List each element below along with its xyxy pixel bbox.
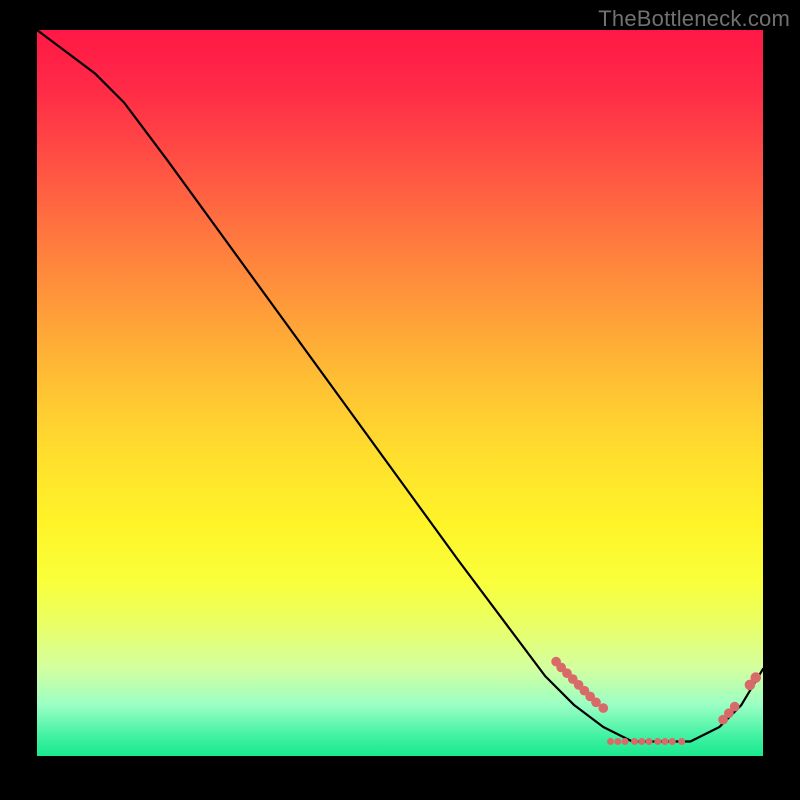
curve-line: [37, 30, 763, 741]
data-point: [631, 738, 638, 745]
data-point: [669, 738, 676, 745]
curve-markers: [551, 657, 761, 745]
data-point: [661, 738, 668, 745]
data-point: [598, 703, 608, 713]
data-point: [638, 738, 645, 745]
data-point: [607, 738, 614, 745]
data-point: [622, 738, 629, 745]
data-point: [750, 672, 761, 683]
data-point: [654, 738, 661, 745]
plot-area: [37, 30, 763, 756]
data-point: [730, 702, 740, 712]
watermark-text: TheBottleneck.com: [598, 6, 790, 32]
chart-svg: [37, 30, 763, 756]
data-point: [678, 738, 685, 745]
chart-stage: TheBottleneck.com: [0, 0, 800, 800]
data-point: [614, 738, 621, 745]
data-point: [646, 738, 653, 745]
